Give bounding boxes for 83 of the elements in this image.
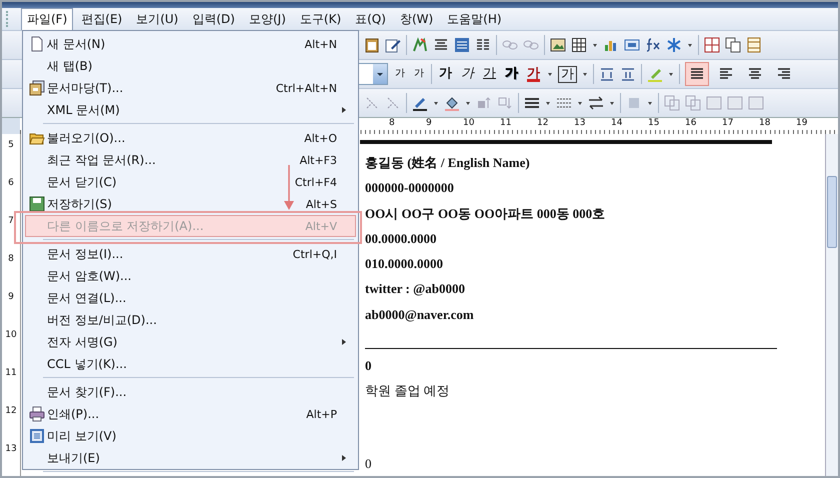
shortcut-label: Ctrl+Alt+N xyxy=(276,82,337,94)
nodes-icon[interactable] xyxy=(385,95,401,111)
menu-item[interactable]: 최근 작업 문서(R)... Alt+F3 xyxy=(25,149,356,171)
scroll-thumb[interactable] xyxy=(827,176,837,248)
picture-icon[interactable] xyxy=(550,37,566,53)
panel-icon[interactable] xyxy=(746,37,762,53)
style-icon[interactable] xyxy=(454,37,470,53)
caret-icon xyxy=(376,70,384,78)
menu-item[interactable]: CCL 넣기(K)... xyxy=(25,353,356,375)
menu-item[interactable]: 문서 닫기(C) Ctrl+F4 xyxy=(25,171,356,193)
menu-item[interactable]: 인쇄(P)... Alt+P xyxy=(25,403,356,425)
preview-icon xyxy=(28,428,44,444)
arrow xyxy=(283,165,295,211)
menu-item[interactable]: 문서 정보(I)... Ctrl+Q,I xyxy=(25,243,356,265)
menu-bar-item[interactable]: 도구(K) xyxy=(294,8,348,30)
submenu-arrow-icon xyxy=(341,338,347,346)
document-icon xyxy=(28,36,44,52)
menu-bar-item[interactable]: 입력(D) xyxy=(186,8,241,30)
menu-item[interactable]: 미리 보기(V) xyxy=(25,425,356,447)
pen-icon[interactable] xyxy=(412,95,428,111)
menu-item[interactable]: 버전 정보/비교(D)... xyxy=(25,309,356,331)
spacing-icon[interactable] xyxy=(599,66,615,82)
menu-item[interactable]: 저장하기(S) Alt+S xyxy=(25,193,356,215)
document-text: OO시 OO구 OO동 OO아파트 000동 000호 xyxy=(365,204,606,223)
menu-item[interactable]: 새 탭(B) xyxy=(25,55,356,77)
outline-button[interactable]: 가 xyxy=(503,65,520,83)
text-color-button[interactable]: 가 xyxy=(525,65,542,83)
menu-item[interactable]: 문서마당(T)... Ctrl+Alt+N xyxy=(25,77,356,99)
menu-bar-item[interactable]: 파일(F) xyxy=(21,8,74,30)
bold-button[interactable]: 가 xyxy=(437,65,454,83)
menu-item[interactable]: 보내기(E) xyxy=(25,447,356,469)
paint-bucket-icon[interactable] xyxy=(444,95,460,111)
table-icon[interactable] xyxy=(571,37,587,53)
arrows-icon[interactable] xyxy=(588,95,604,111)
menu-bar-item[interactable]: 도움말(H) xyxy=(441,8,508,30)
menu-bar-item[interactable]: 모양(J) xyxy=(242,8,292,30)
menu-item[interactable]: 전자 서명(G) xyxy=(25,331,356,353)
document-text: 0 xyxy=(365,454,372,473)
spacing-icon[interactable] xyxy=(620,66,636,82)
copy-icon[interactable] xyxy=(725,37,741,53)
menu-bar-item[interactable]: 편집(E) xyxy=(75,8,128,30)
window-icon[interactable] xyxy=(624,37,640,53)
shortcut-label: Alt+P xyxy=(306,408,337,420)
document-text: 0 xyxy=(365,357,372,376)
document-text: 홍길동 (姓名 / English Name) xyxy=(365,154,531,172)
menu-item[interactable]: 문서 암호(W)... xyxy=(25,265,356,287)
shortcut-label: Alt+F3 xyxy=(300,154,337,166)
shortcut-label: Ctrl+F4 xyxy=(294,176,337,188)
printer-icon xyxy=(28,406,44,422)
pencil-icon[interactable] xyxy=(385,37,401,53)
shortcut-label: Alt+S xyxy=(306,198,337,210)
document-text: twitter : @ab0000 xyxy=(365,280,466,298)
vertical-ruler: 5 6 7 8 9 10 11 12 13 xyxy=(2,134,21,476)
document-text: 00.0000.0000 xyxy=(365,230,438,248)
submenu-arrow-icon xyxy=(341,106,347,114)
menu-bar-item[interactable]: 표(Q) xyxy=(349,8,392,30)
menu-item[interactable]: 문서 연결(L)... xyxy=(25,287,356,309)
italic-button[interactable]: 가 xyxy=(459,65,476,83)
document-text: 000000-0000000 xyxy=(365,179,455,198)
formula-icon[interactable] xyxy=(645,37,661,53)
vertical-scrollbar[interactable] xyxy=(825,134,838,476)
document-text: 010.0000.0000 xyxy=(365,255,444,274)
shortcut-label: Alt+V xyxy=(305,220,337,232)
justify-align-button[interactable] xyxy=(685,62,709,86)
asterisk-icon[interactable] xyxy=(666,37,682,53)
layout-icon[interactable] xyxy=(704,37,720,53)
menu-item[interactable]: 문서 찾기(F)... xyxy=(25,381,356,403)
menu-item[interactable]: XML 문서(M) xyxy=(25,99,356,121)
menu-bar-item[interactable]: 창(W) xyxy=(394,8,440,30)
font-shrink-button[interactable]: 가 xyxy=(412,65,426,83)
document-text: 학원 졸업 예정 xyxy=(365,382,450,400)
underline-button[interactable]: 가 xyxy=(481,65,498,83)
menu-bar-item[interactable]: 보기(U) xyxy=(130,8,184,30)
shortcut-label: Alt+N xyxy=(304,38,337,50)
shortcut-label: Alt+O xyxy=(304,132,337,144)
nodes-icon[interactable] xyxy=(364,95,380,111)
font-grow-button[interactable]: 가 xyxy=(393,65,407,83)
document-text: ab0000@naver.com xyxy=(365,306,475,324)
shortcut-label: Ctrl+Q,I xyxy=(292,248,337,260)
char-border-button[interactable]: 가 xyxy=(558,66,577,82)
line-weight-icon[interactable] xyxy=(524,95,540,111)
text-art-icon[interactable] xyxy=(412,37,428,53)
submenu-arrow-icon xyxy=(341,454,347,462)
